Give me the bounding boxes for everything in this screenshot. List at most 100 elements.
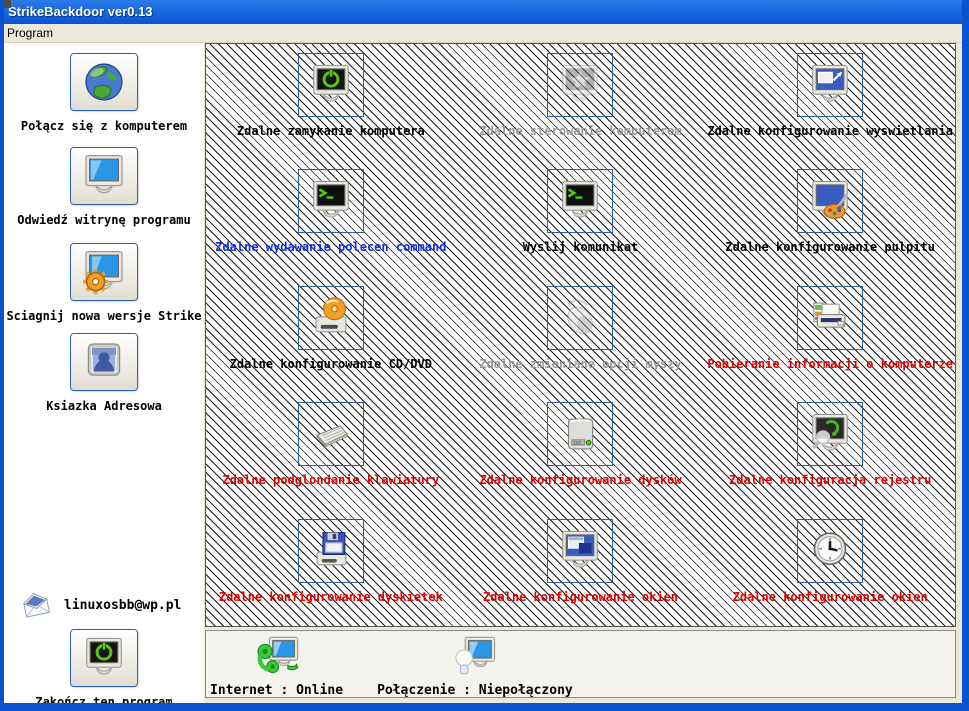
- status-bar: Internet : Online Połączenie : Niepołączo…: [205, 630, 956, 698]
- feature-label: Zdalne konfigurowanie pulpitu: [725, 240, 935, 254]
- feature-button[interactable]: [547, 519, 613, 583]
- globe-icon: [80, 58, 128, 106]
- email-address: linuxosbb@wp.pl: [64, 598, 181, 613]
- monitor-paint-icon: [807, 178, 853, 224]
- sidebar-item-label: Ksiazka Adresowa: [46, 399, 162, 413]
- feature-label: Zdalne konfigurowanie dyskietek: [219, 590, 443, 604]
- feature-label: Zdalne konfigurowanie wyswietlania: [707, 124, 953, 138]
- grid-item: Zdalne konfiguracja rejestru: [705, 393, 955, 509]
- grid-item: Zdalne konfigurowanie okien: [456, 510, 706, 626]
- monitor-icon: [80, 152, 128, 200]
- monitor-registry-icon: [807, 411, 853, 457]
- feature-label: Zdalne sterowanie komputerem: [479, 124, 681, 138]
- feature-label: Zdalne wydawanie polecen command: [215, 240, 446, 254]
- status-label: Połączenie : Niepołączony: [377, 683, 573, 698]
- grid-item: Zdalne konfigurowanie pulpitu: [705, 160, 955, 276]
- sidebar-item-label: Sciagnij nowa wersje Strike: [6, 309, 201, 323]
- grid-item: Zdalne konfigurowanie okien: [705, 510, 955, 626]
- monitor-power-icon: [81, 635, 127, 681]
- grid-item: Pobieranie informacji o komputerze: [705, 277, 955, 393]
- feature-label: Wyslij komunikat: [523, 240, 639, 254]
- feature-button[interactable]: [547, 286, 613, 350]
- feature-label: Zdalne konfigurowanie CD/DVD: [230, 357, 432, 371]
- keyboard-icon: [308, 411, 354, 457]
- sidebar: Połącz się z komputerem Odwiedź witrynę p…: [4, 43, 204, 703]
- monitor-star-icon: [557, 62, 603, 108]
- sidebar-button[interactable]: [70, 243, 138, 301]
- clock-icon: [807, 528, 853, 574]
- mouse-icon: [557, 295, 603, 341]
- grid-item: Wyslij komunikat: [456, 160, 706, 276]
- sidebar-button[interactable]: [70, 147, 138, 205]
- feature-button[interactable]: [797, 169, 863, 233]
- monitor-terminal-icon: [308, 178, 354, 224]
- feature-button[interactable]: [298, 402, 364, 466]
- grid-item: Zdalne zamykanie komputera: [206, 44, 456, 160]
- grid-item: Zdalne podglondanie klawiatury: [206, 393, 456, 509]
- email-row: linuxosbb@wp.pl: [18, 587, 181, 623]
- feature-button[interactable]: [797, 53, 863, 117]
- exit-program-button[interactable]: [70, 629, 138, 687]
- monitor-power-icon: [308, 62, 354, 108]
- features-grid: Zdalne zamykanie komputera Zdalne sterowa…: [205, 43, 956, 627]
- menu-item-program[interactable]: Program: [0, 24, 60, 42]
- feature-label: Zdalne konfigurowanie okien: [483, 590, 678, 604]
- feature-button[interactable]: [298, 286, 364, 350]
- grid-item: Zdalne konfigurowanie CD/DVD: [206, 277, 456, 393]
- window-title: StrikeBackdoor ver0.13: [8, 4, 153, 19]
- phone-monitor-icon: [252, 633, 302, 683]
- app-window: StrikeBackdoor ver0.13 Program Połącz si…: [0, 0, 969, 711]
- grid-item: Zdalne zmieniane opcji myszy: [456, 277, 706, 393]
- grid-item: Zdalne wydawanie polecen command: [206, 160, 456, 276]
- grid-item: Zdalne sterowanie komputerem: [456, 44, 706, 160]
- main-area: Zdalne zamykanie komputera Zdalne sterowa…: [204, 43, 962, 703]
- content-area: Połącz się z komputerem Odwiedź witrynę p…: [4, 43, 962, 703]
- grid-item: IDE Zdalne konfigurowanie dysków: [456, 393, 706, 509]
- printer-icon: [807, 295, 853, 341]
- feature-button[interactable]: [797, 519, 863, 583]
- monitor-terminal-icon: [557, 178, 603, 224]
- feature-label: Zdalne konfigurowanie dysków: [479, 473, 681, 487]
- grid-item: Zdalne konfigurowanie dyskietek: [206, 510, 456, 626]
- sidebar-item-label: Odwiedź witrynę programu: [17, 213, 190, 227]
- cdrom-icon: [308, 295, 354, 341]
- status-item: Połączenie : Niepołączony: [377, 633, 573, 698]
- title-bar[interactable]: StrikeBackdoor ver0.13: [0, 0, 969, 24]
- sidebar-button[interactable]: [70, 53, 138, 111]
- harddisk-icon: IDE: [557, 411, 603, 457]
- exit-program-label: Zakończ ten program: [35, 695, 172, 709]
- feature-button[interactable]: [298, 53, 364, 117]
- monitor-gear-icon: [80, 248, 128, 296]
- status-label: Internet : Online: [210, 683, 343, 698]
- sidebar-button[interactable]: [70, 333, 138, 391]
- grid-item: Zdalne konfigurowanie wyswietlania: [705, 44, 955, 160]
- feature-label: Zdalne podglondanie klawiatury: [222, 473, 439, 487]
- bulb-monitor-icon: [450, 633, 500, 683]
- feature-button[interactable]: [547, 169, 613, 233]
- sidebar-item: Sciagnij nowa wersje Strike: [4, 243, 204, 323]
- envelope-icon: [18, 587, 54, 623]
- sidebar-item-label: Połącz się z komputerem: [21, 119, 187, 133]
- feature-label: Zdalne zmieniane opcji myszy: [479, 357, 681, 371]
- sidebar-item: Odwiedź witrynę programu: [4, 147, 204, 227]
- sidebar-item-exit: Zakończ ten program: [4, 629, 204, 709]
- svg-text:IDE: IDE: [574, 441, 583, 447]
- monitor-window-icon: [557, 528, 603, 574]
- feature-label: Zdalne konfiguracja rejestru: [729, 473, 931, 487]
- feature-label: Zdalne zamykanie komputera: [237, 124, 425, 138]
- feature-button[interactable]: [298, 169, 364, 233]
- status-item: Internet : Online: [210, 633, 343, 698]
- floppy-icon: [308, 528, 354, 574]
- feature-button[interactable]: [797, 286, 863, 350]
- feature-button[interactable]: [797, 402, 863, 466]
- feature-button[interactable]: [547, 53, 613, 117]
- feature-button[interactable]: IDE: [547, 402, 613, 466]
- sidebar-item: Połącz się z komputerem: [4, 53, 204, 133]
- window-icon: [2, 0, 11, 8]
- address-book-icon: [80, 338, 128, 386]
- feature-label: Zdalne konfigurowanie okien: [733, 590, 928, 604]
- feature-button[interactable]: [298, 519, 364, 583]
- sidebar-item: Ksiazka Adresowa: [4, 333, 204, 413]
- monitor-display-icon: [807, 62, 853, 108]
- menu-bar: Program: [0, 24, 969, 43]
